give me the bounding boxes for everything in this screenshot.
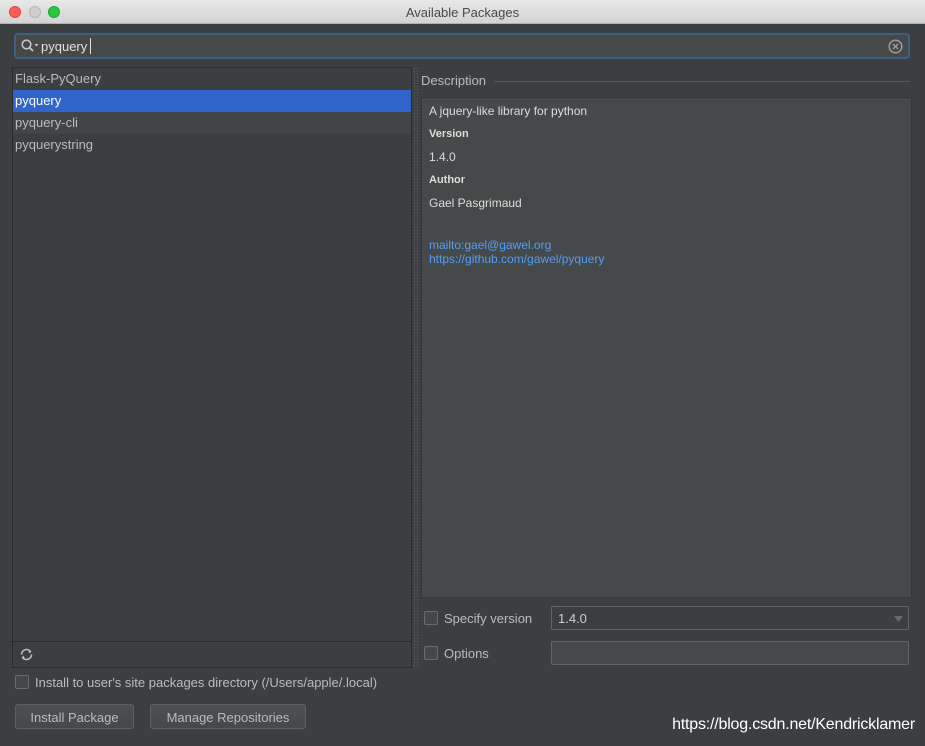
package-name: pyquery-cli: [15, 115, 78, 130]
list-item[interactable]: pyquery-cli: [13, 112, 411, 134]
package-name: pyquerystring: [15, 137, 94, 152]
splitter-handle[interactable]: [413, 67, 419, 668]
version-select-value: 1.4.0: [558, 611, 587, 626]
watermark: https://blog.csdn.net/Kendricklamer: [672, 716, 915, 733]
refresh-icon[interactable]: [19, 647, 34, 662]
list-item[interactable]: Flask-PyQuery: [13, 68, 411, 90]
options-input[interactable]: [551, 641, 909, 665]
description-divider: [494, 81, 910, 82]
search-icon[interactable]: [20, 38, 40, 54]
user-site-checkbox[interactable]: [15, 675, 29, 689]
package-summary: A jquery-like library for python: [429, 104, 588, 118]
version-value: 1.4.0: [429, 150, 456, 164]
description-header: Description: [421, 73, 487, 88]
search-input[interactable]: [41, 38, 881, 55]
clear-icon[interactable]: [888, 39, 903, 54]
install-package-button[interactable]: Install Package: [15, 704, 134, 729]
specify-version-label: Specify version: [444, 611, 533, 626]
list-toolbar: [13, 641, 411, 667]
homepage-link[interactable]: https://github.com/gawel/pyquery: [429, 252, 904, 266]
options-label: Options: [444, 646, 489, 661]
description-panel: A jquery-like library for python Version…: [421, 97, 912, 598]
search-field[interactable]: [14, 33, 910, 59]
version-select[interactable]: 1.4.0: [551, 606, 909, 630]
package-name: Flask-PyQuery: [15, 71, 101, 86]
specify-version-checkbox[interactable]: [424, 611, 438, 625]
list-item[interactable]: pyquerystring: [13, 134, 411, 156]
chevron-down-icon: [894, 616, 903, 622]
user-site-label: Install to user's site packages director…: [35, 675, 378, 690]
text-cursor: [90, 38, 91, 54]
author-value: Gael Pasgrimaud: [429, 196, 522, 210]
package-name: pyquery: [15, 93, 62, 108]
manage-repositories-button[interactable]: Manage Repositories: [150, 704, 306, 729]
options-checkbox[interactable]: [424, 646, 438, 660]
email-link[interactable]: mailto:gael@gawel.org: [429, 238, 904, 252]
author-label: Author: [429, 174, 466, 186]
title-bar: Available Packages: [0, 0, 925, 24]
package-list[interactable]: Flask-PyQuery pyquery pyquery-cli pyquer…: [12, 67, 412, 668]
window-title: Available Packages: [405, 5, 520, 20]
list-item[interactable]: pyquery: [13, 90, 411, 112]
version-label: Version: [429, 128, 469, 140]
